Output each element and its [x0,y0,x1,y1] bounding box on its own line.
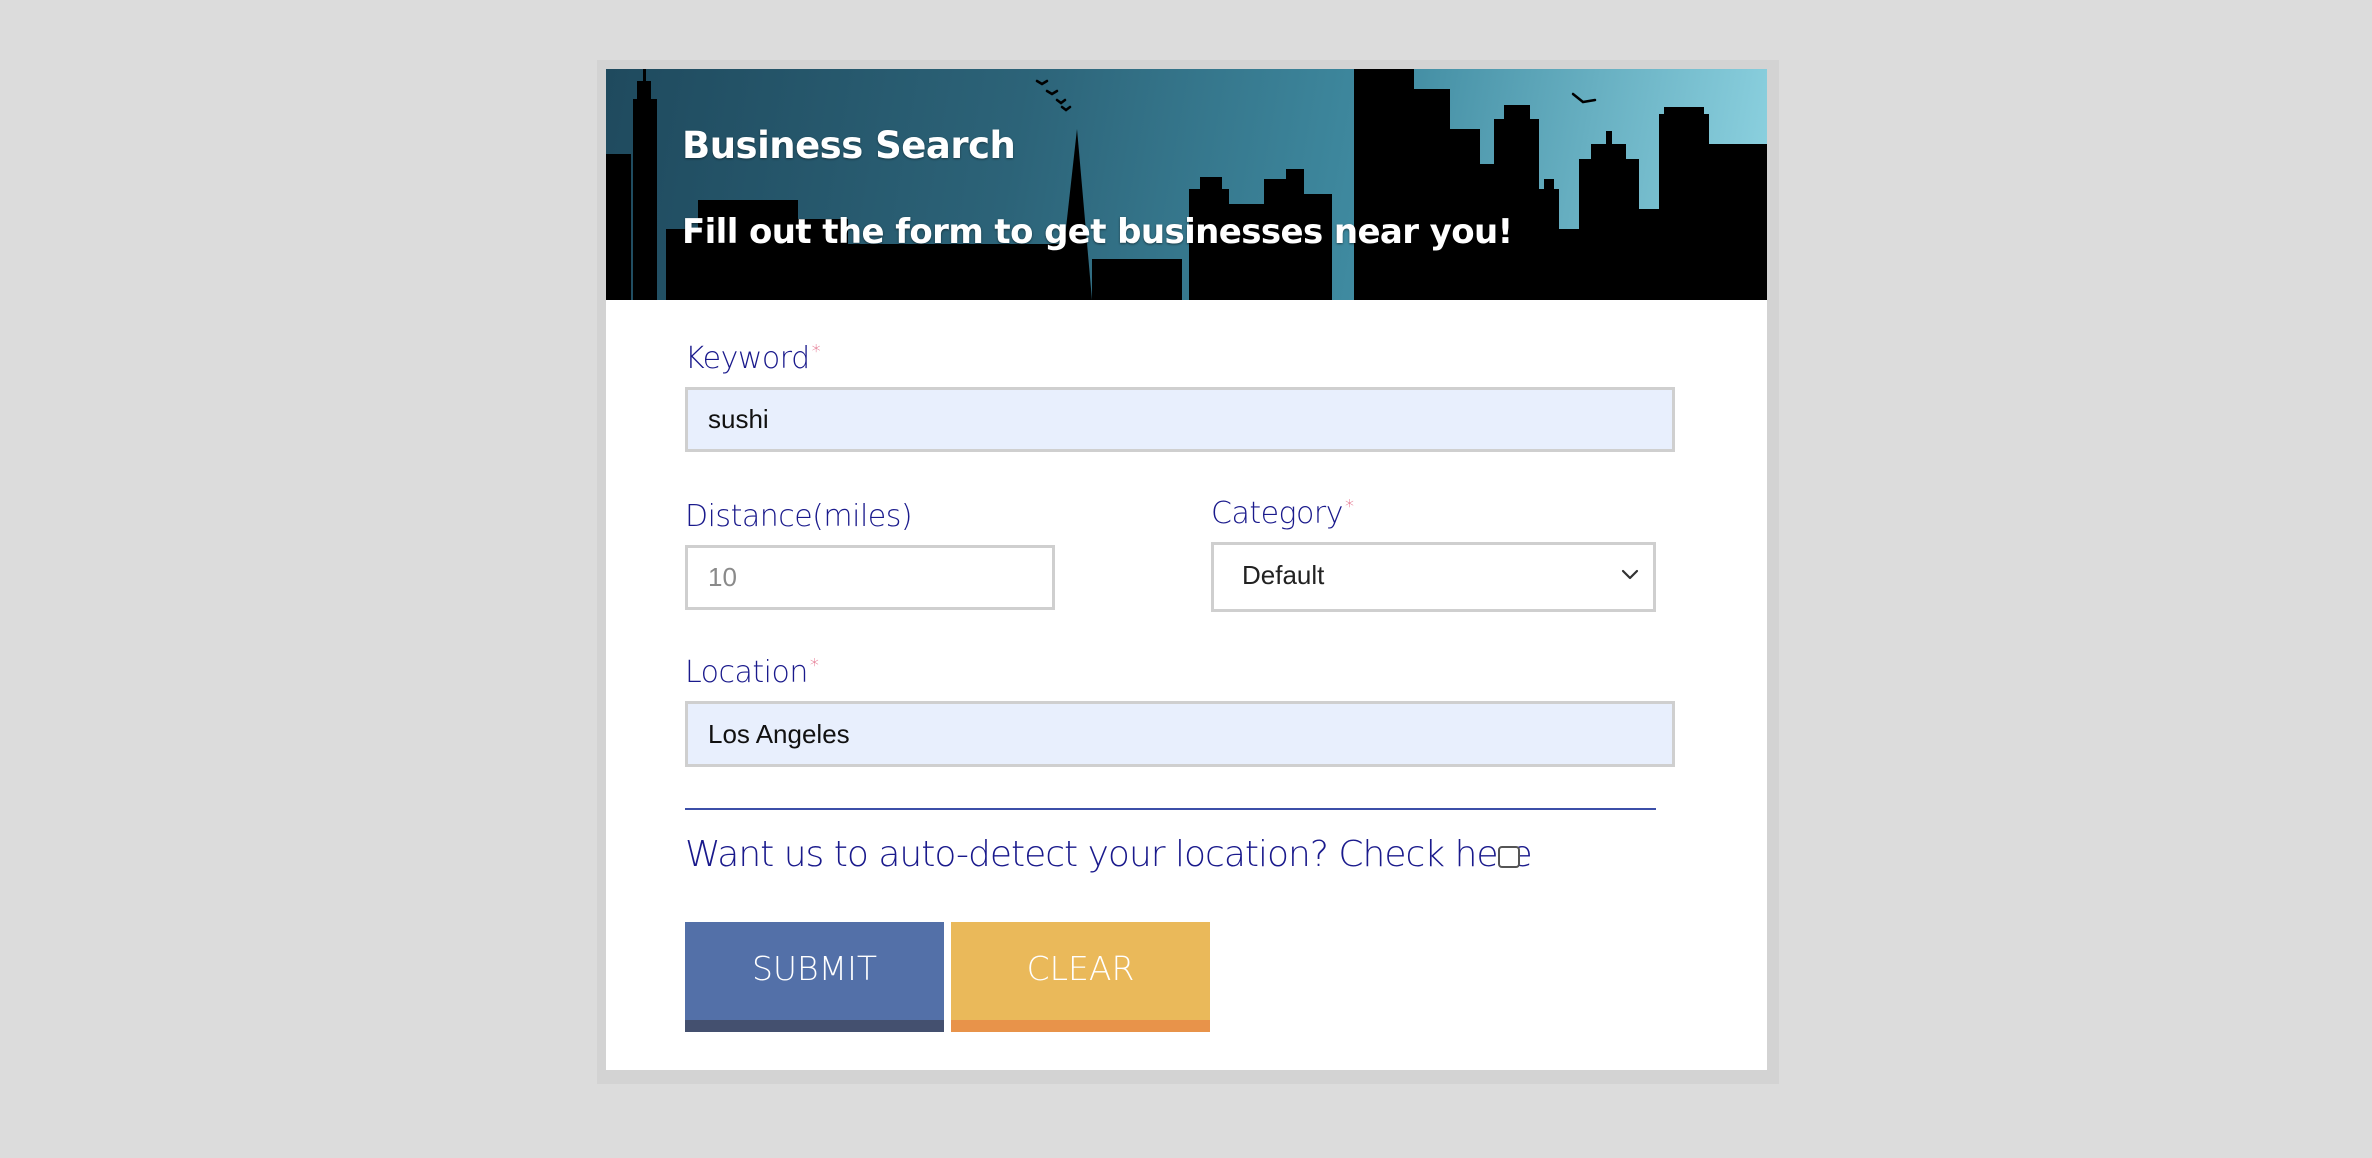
autodetect-label: Want us to auto-detect your location? Ch… [685,834,1533,875]
submit-button[interactable]: SUBMIT [685,922,944,1032]
location-input[interactable] [685,701,1675,767]
location-label-text: Location [685,655,808,690]
keyword-label-text: Keyword [685,341,810,376]
distance-input[interactable] [685,545,1055,610]
keyword-label: Keyword * [685,341,821,376]
clear-button[interactable]: CLEAR [951,922,1210,1032]
category-label: Category * [1211,496,1354,531]
required-mark: * [809,655,819,676]
page-subtitle: Fill out the form to get businesses near… [682,212,1513,252]
category-select[interactable]: Default [1211,542,1656,612]
search-card: Business Search Fill out the form to get… [606,69,1767,1070]
divider [685,808,1656,810]
chevron-down-icon [1621,569,1639,580]
header-banner: Business Search Fill out the form to get… [606,69,1767,300]
category-label-text: Category [1211,496,1344,531]
autodetect-checkbox[interactable] [1498,846,1520,868]
city-skyline-image [606,69,1767,300]
distance-label: Distance(miles) [685,499,913,534]
card-frame: Business Search Fill out the form to get… [597,60,1779,1084]
required-mark: * [811,341,821,362]
required-mark: * [1345,496,1354,517]
keyword-input[interactable] [685,387,1675,452]
page-title: Business Search [682,124,1016,167]
location-label: Location * [685,655,819,690]
category-selected-value: Default [1242,560,1325,590]
